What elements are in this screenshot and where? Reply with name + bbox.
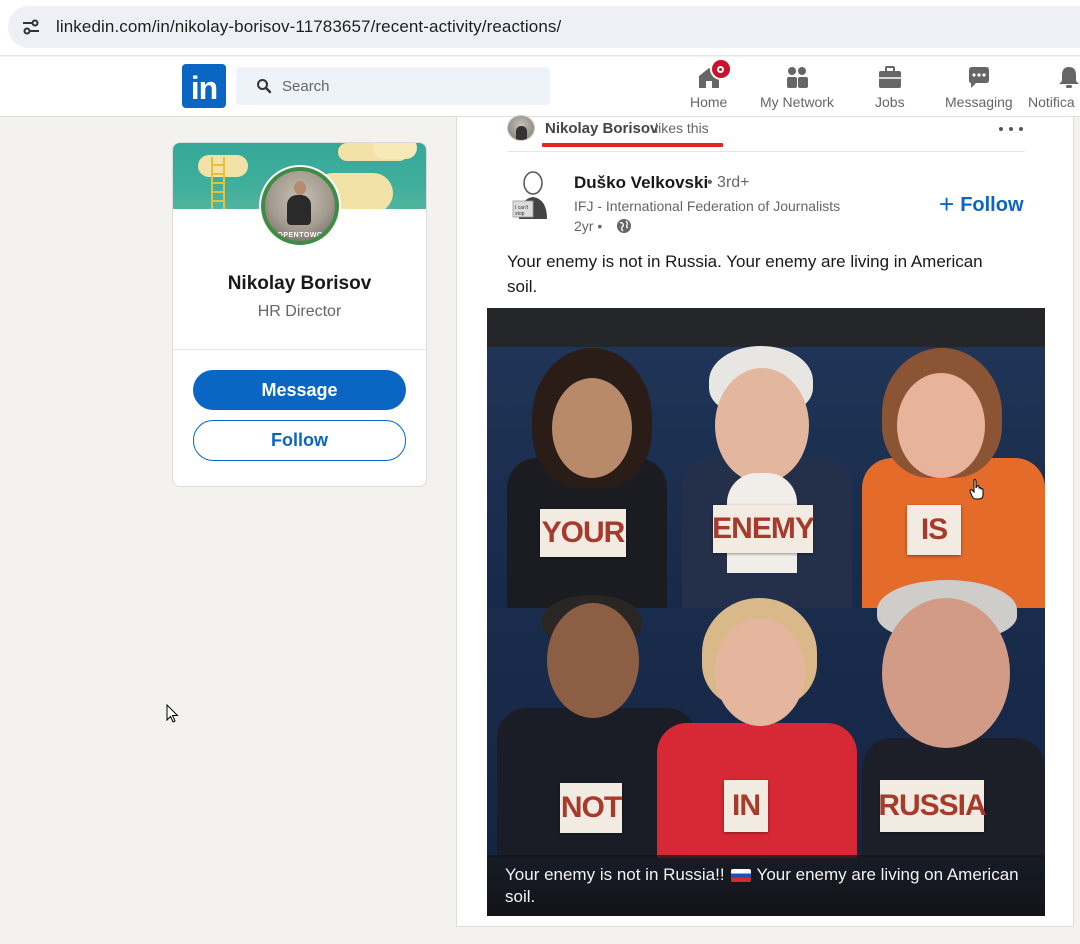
nav-messaging[interactable]: Messaging xyxy=(945,61,1013,113)
nav-notifications-label: Notifica xyxy=(1028,94,1075,110)
follow-button[interactable]: Follow xyxy=(193,420,406,461)
browser-toolbar: linkedin.com/in/nikolay-borisov-11783657… xyxy=(0,0,1080,56)
post-divider xyxy=(507,151,1025,152)
nav-home[interactable]: Home xyxy=(690,58,732,113)
messaging-icon xyxy=(966,64,992,90)
feed-post: Nikolay Borisov likes this I can't stop … xyxy=(456,115,1074,927)
nav-jobs[interactable]: Jobs xyxy=(875,61,905,113)
notification-badge xyxy=(709,58,732,80)
nav-jobs-label: Jobs xyxy=(875,94,905,110)
post-follow-label: Follow xyxy=(960,194,1024,216)
address-bar[interactable]: linkedin.com/in/nikolay-borisov-11783657… xyxy=(8,6,1080,48)
nav-my-network[interactable]: My Network xyxy=(760,61,834,113)
mouse-cursor-hand-icon xyxy=(969,479,984,500)
linkedin-logo[interactable]: in xyxy=(182,64,226,108)
author-avatar[interactable]: I can't stop xyxy=(511,169,555,221)
profile-card: #OPENTOWORK Nikolay Borisov HR Director … xyxy=(172,142,427,487)
search-input[interactable] xyxy=(282,77,522,95)
card-divider xyxy=(173,349,426,350)
globe-icon xyxy=(617,219,632,233)
network-icon xyxy=(784,64,810,90)
post-text: Your enemy is not in Russia. Your enemy … xyxy=(507,252,983,296)
red-underline-annotation xyxy=(542,143,723,147)
image-caption: Your enemy is not in Russia!! Your enemy … xyxy=(505,864,1025,908)
nav-my-network-label: My Network xyxy=(760,94,834,110)
mouse-cursor-arrow-icon xyxy=(166,704,179,723)
sign-russia: RUSSIA xyxy=(878,780,987,832)
bell-icon xyxy=(1056,64,1080,90)
svg-text:stop: stop xyxy=(515,211,525,217)
post-author-name[interactable]: Duško Velkovski xyxy=(574,173,708,193)
search-icon xyxy=(257,79,272,94)
activity-action-text: likes this xyxy=(655,120,709,136)
profile-avatar[interactable]: #OPENTOWORK xyxy=(259,165,341,247)
search-box[interactable] xyxy=(236,67,550,105)
open-to-work-badge: #OPENTOWORK xyxy=(273,232,334,239)
nav-messaging-label: Messaging xyxy=(945,94,1013,110)
home-icon xyxy=(696,58,732,90)
plus-icon: + xyxy=(939,189,955,219)
post-author-headline: IFJ - International Federation of Journa… xyxy=(574,198,841,214)
russia-flag-icon xyxy=(730,869,751,883)
profile-name[interactable]: Nikolay Borisov xyxy=(173,273,426,295)
activity-actor-avatar[interactable] xyxy=(507,115,535,141)
more-options-icon[interactable] xyxy=(999,121,1023,137)
nav-notifications[interactable]: Notifica xyxy=(1028,61,1080,113)
profile-title: HR Director xyxy=(257,303,342,320)
sign-not: NOT xyxy=(560,783,622,833)
sign-is: IS xyxy=(907,505,961,555)
sign-in: IN xyxy=(724,780,768,832)
sign-your: YOUR xyxy=(540,509,626,557)
url-text[interactable]: linkedin.com/in/nikolay-borisov-11783657… xyxy=(56,17,561,37)
site-settings-icon[interactable] xyxy=(20,16,42,38)
post-timestamp: 2yr • xyxy=(574,218,632,234)
linkedin-nav: in Home My Network J xyxy=(0,57,1080,117)
message-button[interactable]: Message xyxy=(193,370,406,410)
nav-home-label: Home xyxy=(690,94,728,110)
sign-enemy: ENEMY xyxy=(712,505,815,553)
post-image[interactable]: YOUR ENEMY IS NOT IN RUSSIA Your enemy i… xyxy=(487,308,1045,916)
connection-degree: • 3rd+ xyxy=(707,174,750,191)
post-follow-button[interactable]: + Follow xyxy=(939,189,1024,220)
post-time-text: 2yr • xyxy=(574,218,603,234)
briefcase-icon xyxy=(877,64,903,90)
activity-actor-name[interactable]: Nikolay Borisov xyxy=(545,120,658,137)
image-caption-part1: Your enemy is not in Russia!! xyxy=(505,865,725,884)
